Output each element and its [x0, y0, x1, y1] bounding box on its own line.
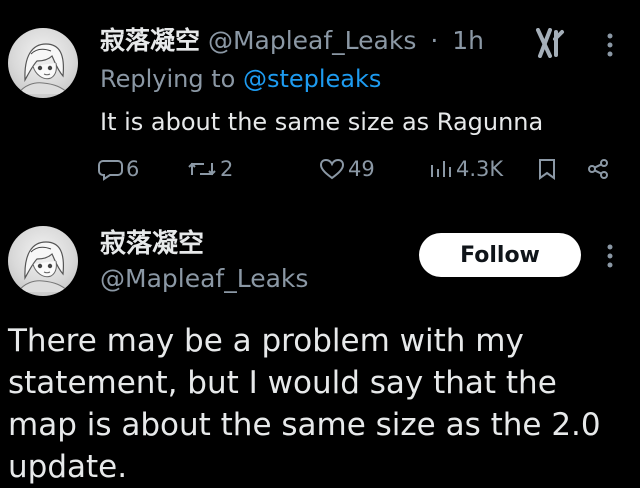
- handle[interactable]: @Mapleaf_Leaks: [100, 262, 308, 296]
- retweet-count: 2: [220, 157, 234, 181]
- replying-line: Replying to @stepleaks: [100, 64, 381, 94]
- reply-avatar[interactable]: [8, 28, 78, 98]
- handle[interactable]: @Mapleaf_Leaks: [208, 26, 416, 55]
- grok-icon[interactable]: [532, 28, 566, 58]
- replying-label: Replying to: [100, 65, 236, 93]
- replying-to-link[interactable]: @stepleaks: [243, 65, 381, 93]
- heart-icon: [319, 158, 345, 180]
- views-count: 4.3K: [456, 157, 504, 181]
- avatar-illustration: [17, 241, 70, 293]
- post-avatar[interactable]: [8, 226, 78, 296]
- bookmark-button[interactable]: [536, 152, 558, 186]
- more-icon[interactable]: [603, 243, 617, 269]
- avatar-illustration: [17, 43, 70, 95]
- retweet-icon: [188, 162, 216, 176]
- views-icon: [431, 161, 451, 177]
- like-count: 49: [348, 157, 375, 181]
- views-button[interactable]: 4.3K: [428, 152, 503, 186]
- display-name[interactable]: 寂落凝空: [100, 228, 204, 260]
- follow-button[interactable]: Follow: [419, 233, 581, 277]
- more-icon[interactable]: [603, 32, 617, 58]
- reply-text: It is about the same size as Ragunna: [100, 108, 544, 136]
- time-separator: ·: [430, 26, 439, 55]
- reply-icon: [98, 160, 123, 181]
- like-button[interactable]: 49: [318, 152, 375, 186]
- reply-actions: 6 2 49 4.3K: [98, 152, 618, 186]
- share-icon: [588, 159, 608, 179]
- reply-button[interactable]: 6: [98, 152, 139, 186]
- share-button[interactable]: [584, 152, 612, 186]
- timestamp[interactable]: 1h: [452, 26, 484, 55]
- reply-count: 6: [126, 157, 140, 181]
- post-text: There may be a problem with my statement…: [8, 323, 601, 485]
- reply-header: 寂落凝空 @Mapleaf_Leaks · 1h: [100, 24, 484, 58]
- retweet-button[interactable]: 2: [186, 152, 233, 186]
- bookmark-icon: [539, 159, 555, 180]
- display-name[interactable]: 寂落凝空: [100, 26, 200, 55]
